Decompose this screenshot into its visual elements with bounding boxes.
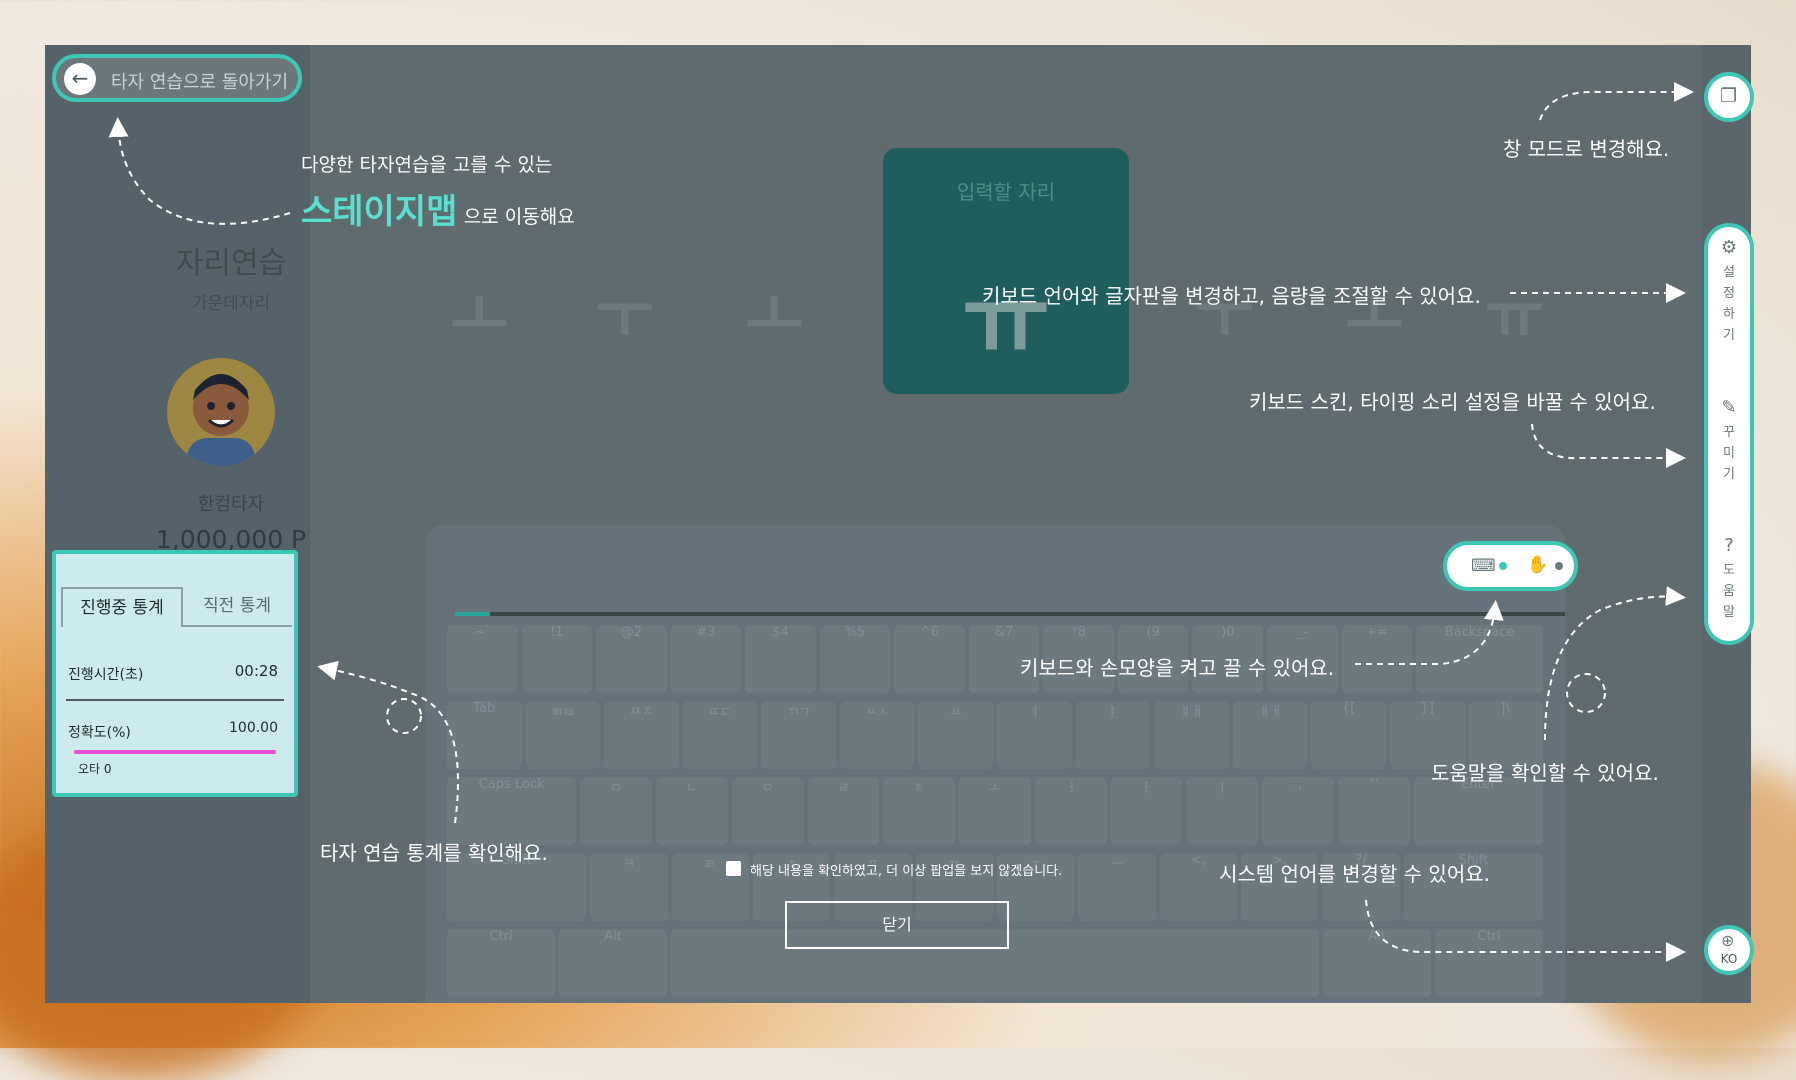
close-button[interactable]: 닫기 bbox=[785, 901, 1009, 949]
dont-show-again-checkbox[interactable] bbox=[726, 861, 741, 876]
dont-show-again-label: 해당 내용을 확인하였고, 더 이상 팝업을 보지 않겠습니다. bbox=[750, 864, 1063, 879]
annotation-arrows bbox=[108, 82, 1694, 962]
